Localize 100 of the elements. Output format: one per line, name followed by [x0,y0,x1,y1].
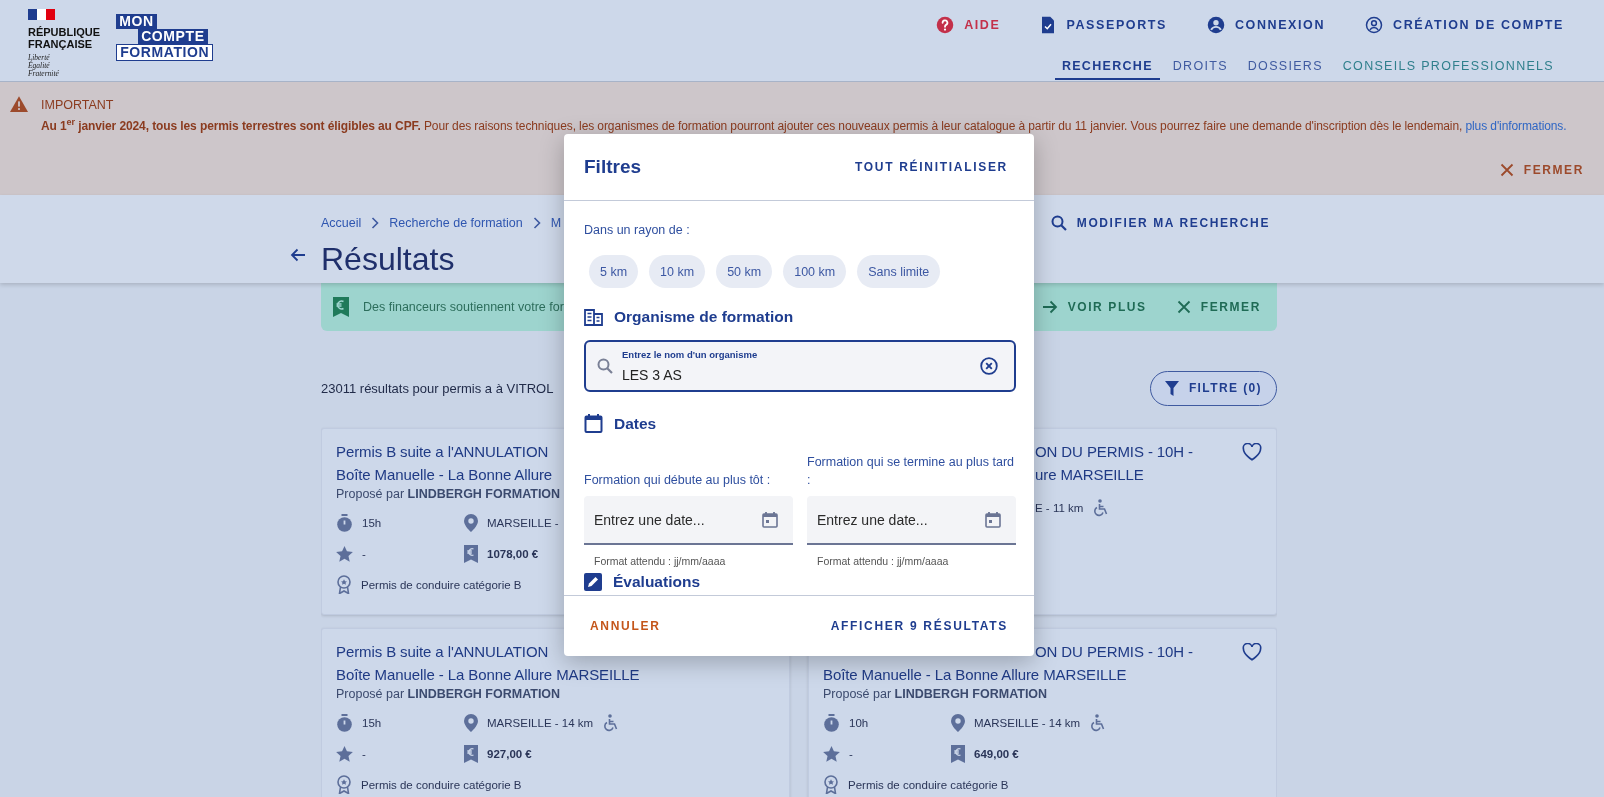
clear-icon[interactable] [980,357,998,375]
search-icon [1050,215,1067,231]
nav-tab[interactable]: DOSSIERS [1240,59,1330,80]
location-pin-icon [464,713,478,732]
stopwatch-icon [336,513,353,532]
card-price: 1078,00 € [487,547,539,560]
card-price: 649,00 € [974,747,1019,760]
card-location: MARSEILLE - [487,516,559,529]
close-button[interactable]: FERMER [1499,163,1584,177]
heart-icon[interactable] [1242,443,1262,461]
card-title-line[interactable]: Boîte Manuelle - La Bonne Allure MARSEILLE [823,663,1127,686]
header-link[interactable]: PASSEPORTS [1040,16,1167,34]
notice-title: IMPORTANT [41,98,115,112]
help-text: Format attendu : jj/mm/aaaa [816,555,950,567]
flag-icon [28,9,55,20]
document-check-icon [1040,16,1057,34]
user-icon [1206,16,1225,34]
card-rating: - [362,747,366,760]
card-title-line[interactable]: Permis B suite a l'ANNULATION [336,640,549,663]
page-title: Résultats [321,241,455,278]
card-certification: Permis de conduire catégorie B [361,578,522,591]
card-rating: - [849,747,853,760]
price-tag-icon [464,744,478,763]
price-tag-icon [464,544,478,563]
card-certification: Permis de conduire catégorie B [361,778,522,791]
date-field[interactable]: Entrez une date... [584,496,793,545]
filter-icon [1164,380,1179,396]
help-icon [936,16,955,34]
user-outline-icon [1365,16,1384,34]
star-icon [823,745,840,762]
radius-chip[interactable]: Sans limite [857,255,941,288]
brand-logo-text[interactable]: MON [116,14,157,29]
card-provider: Proposé par LINDBERGH FORMATION [336,687,561,701]
close-button[interactable]: FERMER [1176,300,1261,314]
section-heading: Organisme de formation [614,308,794,326]
location-pin-icon [464,513,478,532]
warning-icon [10,96,28,112]
radius-chip[interactable]: 10 km [649,255,706,288]
header-link[interactable]: CRÉATION DE COMPTE [1365,16,1564,34]
dialog-title: Filtres [584,156,642,178]
header-link[interactable]: AIDE [936,16,1001,34]
card-duration: 15h [362,516,382,529]
nav-tab[interactable]: RECHERCHE [1054,59,1160,80]
card-title-line[interactable]: ure MARSEILLE [1035,463,1144,486]
chevron-icon [532,217,541,229]
card-title-line[interactable]: ON DU PERMIS - 10H - [1035,440,1194,463]
see-more-button[interactable]: VOIR PLUS [1041,300,1147,314]
card-rating: - [362,547,366,560]
card-title-line[interactable]: ON DU PERMIS - 10H - [1035,640,1194,663]
radius-chip[interactable]: 100 km [783,255,847,288]
floating-label: Entrez le nom d'un organisme [622,349,758,360]
calendar-icon[interactable] [984,511,1002,529]
card-title-line[interactable]: Boîte Manuelle - La Bonne Allure [336,463,553,486]
chevron-icon [371,217,380,229]
header-link[interactable]: CONNEXION [1206,16,1326,34]
card-title-line[interactable]: Boîte Manuelle - La Bonne Allure MARSEILLE [336,663,640,686]
date-field[interactable]: Entrez une date... [807,496,1016,545]
calendar-icon[interactable] [761,511,779,529]
stopwatch-icon [336,713,353,732]
brand-logo-text[interactable]: FORMATION [116,44,214,61]
radius-chip[interactable]: 50 km [716,255,773,288]
search-icon [597,358,613,374]
breadcrumb-link[interactable]: Accueil [321,216,362,230]
card-duration: 10h [849,716,869,729]
calendar-icon [584,414,603,433]
reset-button[interactable]: TOUT RÉINITIALISER [854,160,1008,174]
close-icon [1499,163,1514,177]
building-icon [584,308,603,326]
banner-text: Des financeurs soutiennent votre for [363,300,564,314]
breadcrumb-link[interactable]: Recherche de formation [389,216,523,230]
card-location: MARSEILLE - 14 km [487,716,594,729]
card-price: 927,00 € [487,747,532,760]
price-tag-icon [951,744,965,763]
breadcrumb-link[interactable]: M [550,216,562,230]
card-provider: Proposé par LINDBERGH FORMATION [823,687,1048,701]
stopwatch-icon [823,713,840,732]
field-label: Formation qui débute au plus tôt : [584,472,772,489]
nav-tab[interactable]: DROITS [1165,59,1235,80]
heart-icon[interactable] [1242,643,1262,661]
brand-logo-text[interactable]: COMPTE [138,29,208,44]
logo-text: RÉPUBLIQUE [28,26,101,38]
star-icon [336,545,353,562]
star-icon [336,745,353,762]
modify-search-button[interactable]: MODIFIER MA RECHERCHE [1050,215,1270,231]
card-duration: 15h [362,716,382,729]
back-arrow-icon[interactable] [290,246,306,263]
close-icon [1176,300,1191,314]
card-title-line[interactable]: Permis B suite a l'ANNULATION [336,440,549,463]
award-icon [336,775,352,794]
card-location: E - 11 km [1035,501,1084,514]
card-certification: Permis de conduire catégorie B [848,778,1009,791]
card-provider: Proposé par LINDBERGH FORMATION [336,487,561,501]
edit-icon [584,573,602,591]
arrow-right-icon [1041,300,1058,314]
euro-bookmark-icon [333,297,349,317]
award-icon [336,575,352,594]
award-icon [823,775,839,794]
field-label: Formation qui se termine au plus tard : [807,454,1016,489]
radius-chip[interactable]: 5 km [589,255,639,288]
filter-button[interactable]: FILTRE (0) [1149,370,1277,406]
